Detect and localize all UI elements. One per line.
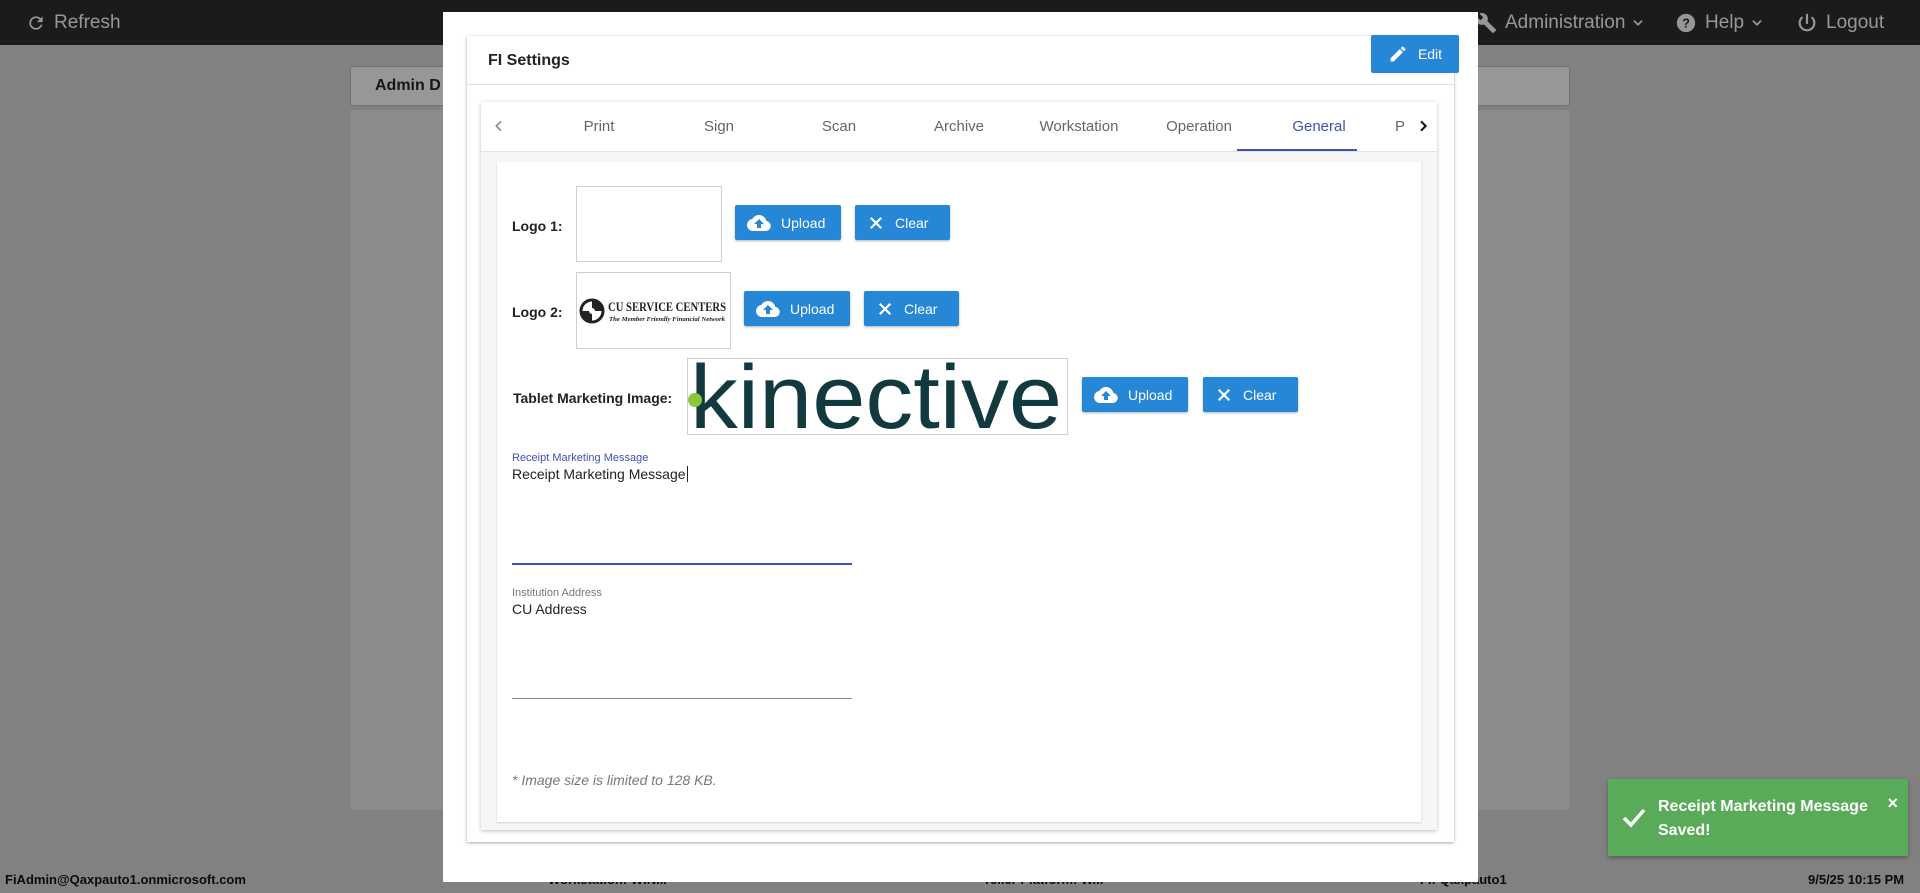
cu-service-centers-logo: CU SERVICE CENTERS The Member Friendly F… [579, 298, 726, 324]
success-toast: Receipt Marketing Message Saved! × [1608, 779, 1908, 856]
tab-operation[interactable]: Operation [1139, 102, 1259, 151]
logo1-clear-button[interactable]: Clear [855, 205, 950, 240]
tab-archive[interactable]: Archive [899, 102, 1019, 151]
dialog-header: FI Settings Edit [467, 35, 1459, 85]
tab-workstation[interactable]: Workstation [1019, 102, 1139, 151]
close-icon [869, 216, 883, 229]
logo2-preview: CU SERVICE CENTERS The Member Friendly F… [576, 272, 731, 349]
tablet-marketing-image-label: Tablet Marketing Image: [513, 390, 673, 406]
close-icon [878, 302, 892, 315]
settings-tabs-card: Print Sign Scan Archive Workstation Oper… [481, 102, 1437, 830]
institution-address-label: Institution Address [512, 587, 602, 599]
tablet-upload-button[interactable]: Upload [1082, 377, 1188, 412]
clear-label: Clear [1243, 386, 1277, 403]
settings-tab-bar: Print Sign Scan Archive Workstation Oper… [481, 102, 1437, 152]
chevron-right-icon [1420, 120, 1428, 132]
pencil-icon [1390, 46, 1406, 62]
kinective-logo: kinective [688, 359, 1062, 434]
logo2-label: Logo 2: [512, 304, 563, 320]
receipt-marketing-message-underline [512, 563, 852, 565]
svg-text:The Member Friendly Financial: The Member Friendly Financial Network [609, 316, 726, 323]
dialog-title: FI Settings [488, 52, 570, 69]
logo1-label: Logo 1: [512, 218, 563, 234]
tab-sign[interactable]: Sign [659, 102, 779, 151]
toast-message: Receipt Marketing Message Saved! [1658, 798, 1868, 839]
tablet-marketing-image-preview: kinective [687, 358, 1068, 435]
check-icon [1622, 808, 1646, 828]
logo2-upload-button[interactable]: Upload [744, 291, 850, 326]
logo1-preview [576, 186, 722, 262]
fi-settings-dialog: FI Settings Edit Print Sign Scan Archive… [443, 12, 1478, 882]
tab-general[interactable]: General [1259, 102, 1379, 151]
image-size-note: * Image size is limited to 128 KB. [512, 772, 717, 788]
fi-settings-card: FI Settings Edit Print Sign Scan Archive… [467, 35, 1459, 842]
clear-label: Clear [904, 300, 938, 317]
cloud-upload-icon [756, 300, 780, 317]
tab-scan[interactable]: Scan [779, 102, 899, 151]
logo2-clear-button[interactable]: Clear [864, 291, 959, 326]
tablet-clear-button[interactable]: Clear [1203, 377, 1298, 412]
tab-truncated[interactable]: P [1379, 102, 1414, 151]
tab-print[interactable]: Print [539, 102, 659, 151]
institution-address-underline [512, 698, 852, 699]
tab-scroll-left-button[interactable] [487, 114, 511, 138]
chevron-left-icon [495, 120, 502, 132]
upload-label: Upload [781, 214, 826, 231]
institution-address-input[interactable]: CU Address [512, 601, 587, 617]
edit-button[interactable]: Edit [1371, 35, 1459, 73]
tab-strip: Print Sign Scan Archive Workstation Oper… [539, 102, 1414, 151]
cloud-upload-icon [1094, 386, 1118, 403]
svg-text:CU SERVICE CENTERS: CU SERVICE CENTERS [608, 299, 726, 314]
clear-label: Clear [895, 214, 929, 231]
receipt-marketing-message-label: Receipt Marketing Message [512, 452, 649, 464]
toast-close-button[interactable]: × [1887, 793, 1898, 814]
cloud-upload-icon [747, 214, 771, 231]
tab-scroll-right-button[interactable] [1411, 114, 1435, 138]
general-settings-panel: Logo 1: Upload Clear Logo 2: CU SERVICE … [497, 162, 1421, 822]
logo1-upload-button[interactable]: Upload [735, 205, 841, 240]
close-icon [1217, 388, 1231, 401]
upload-label: Upload [1128, 386, 1173, 403]
svg-text:kinective: kinective [690, 359, 1062, 434]
receipt-marketing-message-input[interactable]: Receipt Marketing Message [512, 466, 688, 482]
edit-label: Edit [1417, 46, 1443, 62]
upload-label: Upload [790, 300, 835, 317]
active-tab-indicator [1237, 149, 1357, 151]
